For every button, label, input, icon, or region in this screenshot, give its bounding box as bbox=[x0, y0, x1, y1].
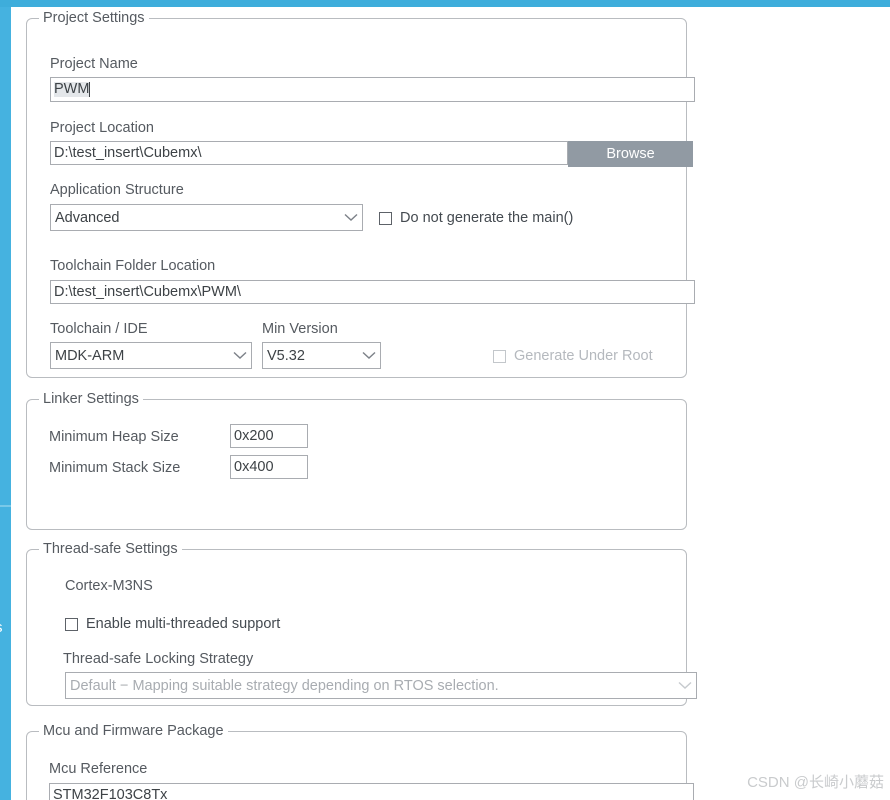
chevron-down-icon bbox=[340, 213, 362, 222]
application-structure-value: Advanced bbox=[55, 209, 120, 226]
project-location-input[interactable]: D:\test_insert\Cubemx\ bbox=[50, 141, 568, 165]
rail-divider bbox=[0, 505, 11, 507]
generate-under-root-checkbox[interactable]: Generate Under Root bbox=[493, 348, 653, 365]
toolchain-ide-select[interactable]: MDK-ARM bbox=[50, 342, 252, 369]
mcu-reference-input[interactable]: STM32F103C8Tx bbox=[49, 783, 694, 800]
minimum-stack-size-value: 0x400 bbox=[234, 458, 274, 475]
settings-content: Project Settings Project Name PWM Projec… bbox=[11, 7, 890, 800]
checkbox-box bbox=[493, 350, 506, 363]
core-name-label: Cortex-M3NS bbox=[65, 578, 153, 594]
thread-safe-settings-title: Thread-safe Settings bbox=[39, 541, 182, 557]
mcu-firmware-package-group: Mcu and Firmware Package Mcu Reference S… bbox=[26, 723, 694, 800]
top-accent-bar bbox=[0, 0, 890, 7]
toolchain-folder-location-label: Toolchain Folder Location bbox=[50, 258, 216, 274]
project-settings-group: Project Settings Project Name PWM Projec… bbox=[26, 10, 695, 378]
checkbox-box bbox=[65, 618, 78, 631]
checkbox-box bbox=[379, 212, 392, 225]
toolchain-folder-location-input[interactable]: D:\test_insert\Cubemx\PWM\ bbox=[50, 280, 695, 304]
project-manager-window: s Project Settings Project Name PWM Proj… bbox=[0, 0, 890, 800]
min-version-value: V5.32 bbox=[267, 347, 305, 364]
minimum-heap-size-label: Minimum Heap Size bbox=[49, 429, 179, 445]
do-not-generate-main-label: Do not generate the main() bbox=[400, 210, 574, 226]
project-location-value: D:\test_insert\Cubemx\ bbox=[54, 144, 202, 161]
min-version-label: Min Version bbox=[262, 321, 338, 337]
locking-strategy-select[interactable]: Default − Mapping suitable strategy depe… bbox=[65, 672, 697, 699]
project-settings-title: Project Settings bbox=[39, 10, 149, 26]
project-name-value: PWM bbox=[54, 81, 90, 98]
toolchain-ide-value: MDK-ARM bbox=[55, 347, 125, 364]
do-not-generate-main-checkbox[interactable]: Do not generate the main() bbox=[379, 210, 573, 227]
project-name-input[interactable]: PWM bbox=[50, 77, 695, 102]
minimum-stack-size-label: Minimum Stack Size bbox=[49, 460, 181, 476]
minimum-heap-size-input[interactable]: 0x200 bbox=[230, 424, 308, 448]
browse-button[interactable]: Browse bbox=[568, 141, 693, 167]
left-navigation-rail[interactable]: s bbox=[0, 7, 11, 800]
chevron-down-icon bbox=[674, 681, 696, 690]
linker-settings-title: Linker Settings bbox=[39, 391, 143, 407]
toolchain-folder-location-value: D:\test_insert\Cubemx\PWM\ bbox=[54, 283, 241, 300]
minimum-stack-size-input[interactable]: 0x400 bbox=[230, 455, 308, 479]
project-location-label: Project Location bbox=[50, 120, 154, 136]
thread-safe-settings-group: Thread-safe Settings Cortex-M3NS Enable … bbox=[26, 541, 697, 706]
locking-strategy-label: Thread-safe Locking Strategy bbox=[63, 651, 254, 667]
mcu-firmware-package-title: Mcu and Firmware Package bbox=[39, 723, 228, 739]
linker-settings-group: Linker Settings Minimum Heap Size 0x200 … bbox=[26, 391, 687, 530]
toolchain-ide-label: Toolchain / IDE bbox=[50, 321, 148, 337]
mcu-reference-label: Mcu Reference bbox=[49, 761, 148, 777]
chevron-down-icon bbox=[358, 351, 380, 360]
chevron-down-icon bbox=[229, 351, 251, 360]
project-name-label: Project Name bbox=[50, 56, 138, 72]
generate-under-root-label: Generate Under Root bbox=[514, 348, 653, 364]
csdn-watermark: CSDN @长崎小蘑菇 bbox=[747, 774, 884, 791]
enable-multithreaded-support-label: Enable multi-threaded support bbox=[86, 616, 281, 632]
locking-strategy-value: Default − Mapping suitable strategy depe… bbox=[70, 677, 499, 694]
application-structure-label: Application Structure bbox=[50, 182, 184, 198]
min-version-select[interactable]: V5.32 bbox=[262, 342, 381, 369]
mcu-reference-value: STM32F103C8Tx bbox=[53, 787, 168, 800]
enable-multithreaded-support-checkbox[interactable]: Enable multi-threaded support bbox=[65, 616, 280, 633]
application-structure-select[interactable]: Advanced bbox=[50, 204, 363, 231]
minimum-heap-size-value: 0x200 bbox=[234, 427, 274, 444]
